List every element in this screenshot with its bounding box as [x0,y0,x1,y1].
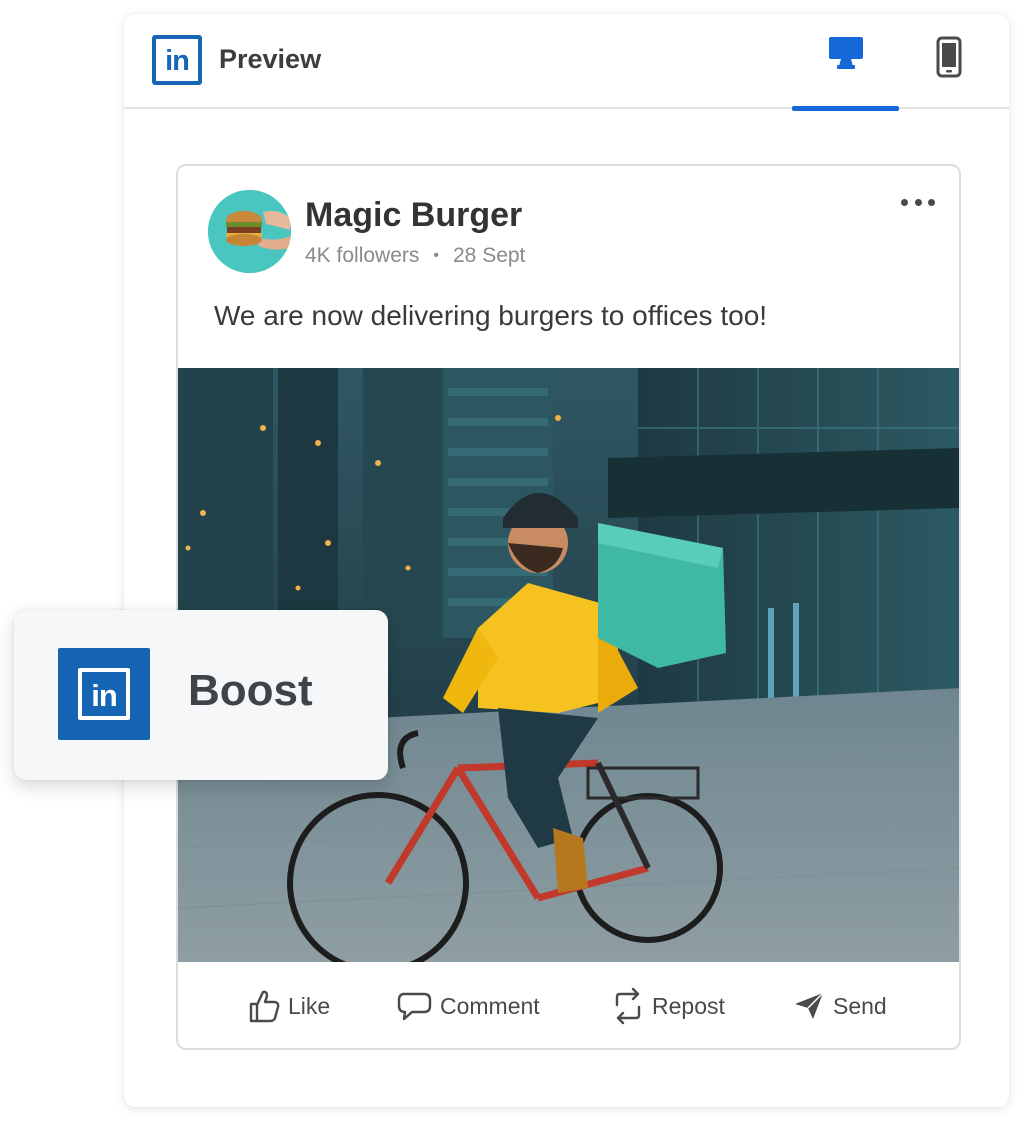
like-label: Like [288,992,331,1019]
author-meta: 4K followers • 28 Sept [305,244,525,268]
preview-header: in Preview [124,14,1009,111]
logo-frame: in [78,668,130,720]
meta-separator: • [433,247,439,265]
mobile-icon [936,36,962,78]
send-icon [795,992,824,1019]
desktop-view-tab[interactable] [792,36,899,111]
follower-count: 4K followers [305,244,420,267]
post-actions: Like Comment Repost Send [178,962,959,1048]
thumbs-up-icon [249,990,280,1023]
more-dot [928,198,935,206]
repost-button[interactable]: Repost [612,984,725,1028]
repost-label: Repost [652,992,725,1019]
more-options-button[interactable] [901,194,935,210]
boost-label: Boost [188,666,313,715]
comment-button[interactable]: Comment [396,984,540,1028]
linkedin-logo-icon: in [152,35,202,85]
logo-text: in [165,44,190,77]
panel-title: Preview [219,44,322,74]
boost-card[interactable]: in Boost [14,610,388,780]
post-card: Magic Burger 4K followers • 28 Sept We are… [176,164,961,1050]
send-button[interactable]: Send [793,984,887,1028]
more-dot [914,198,922,206]
desktop-icon [828,37,863,69]
comment-label: Comment [440,992,540,1019]
linkedin-boost-logo-icon: in [58,648,150,740]
comment-icon [397,992,432,1021]
mobile-view-tab[interactable] [914,36,984,109]
avatar[interactable] [208,190,291,273]
post-text: We are now delivering burgers to offices… [214,300,768,331]
send-label: Send [833,992,887,1019]
like-button[interactable]: Like [248,984,330,1028]
boost-logo-text: in [91,677,118,713]
more-horizontal-icon [901,198,908,206]
burger-avatar-image [208,190,291,273]
repost-icon [615,987,641,1025]
post-date: 28 Sept [453,244,526,267]
preview-panel: in Preview Magic Burger 4K followers • 2… [124,14,1009,1107]
author-name[interactable]: Magic Burger [305,196,522,235]
